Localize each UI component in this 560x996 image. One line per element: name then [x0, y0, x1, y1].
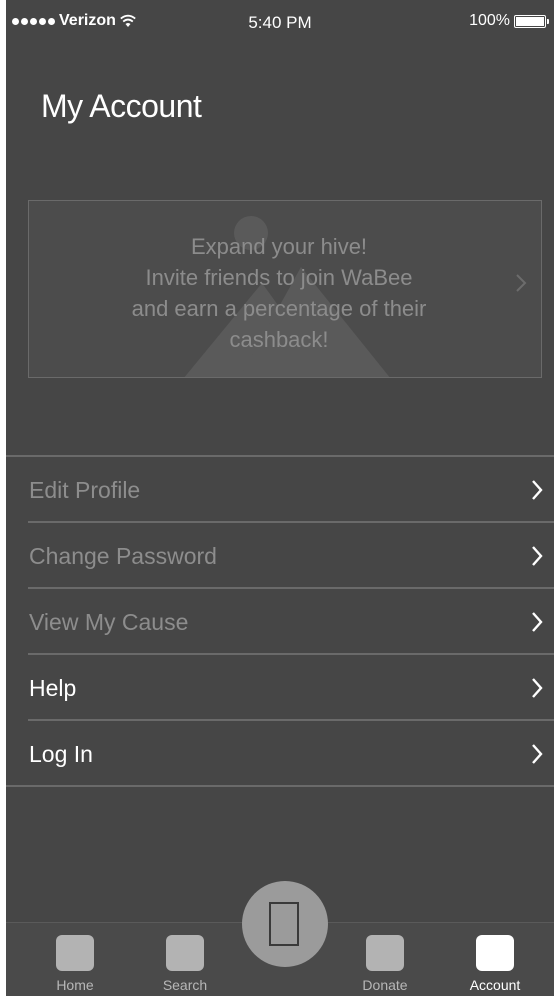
- chevron-right-icon: [532, 744, 543, 764]
- battery-status: 100%: [469, 12, 549, 30]
- banner-line: Invite friends to join WaBee: [145, 265, 413, 290]
- banner-line: cashback!: [229, 327, 329, 352]
- banner-line: and earn a percentage of their: [131, 296, 427, 321]
- invite-friends-banner[interactable]: Expand your hive! Invite friends to join…: [28, 200, 542, 378]
- menu-item-label: Help: [29, 674, 77, 701]
- account-icon: [476, 935, 514, 971]
- menu-item-label: View My Cause: [29, 608, 189, 635]
- search-icon: [166, 935, 204, 971]
- donate-icon: [366, 935, 404, 971]
- chevron-right-icon: [516, 274, 527, 292]
- phone-icon: [269, 902, 299, 946]
- chevron-right-icon: [532, 612, 543, 632]
- home-icon: [56, 935, 94, 971]
- menu-item-log-in[interactable]: Log In: [6, 721, 554, 787]
- tab-account[interactable]: Account: [455, 935, 535, 993]
- account-menu: Edit Profile Change Password View My Cau…: [6, 455, 554, 787]
- banner-text: Expand your hive! Invite friends to join…: [89, 231, 469, 355]
- tab-label: Donate: [362, 977, 408, 993]
- tab-label: Home: [56, 977, 94, 993]
- center-action-button[interactable]: [242, 881, 328, 967]
- tab-label: Search: [162, 977, 208, 993]
- divider: [6, 785, 554, 787]
- tab-donate[interactable]: Donate: [345, 935, 425, 993]
- banner-line: Expand your hive!: [190, 234, 368, 259]
- account-screen: Verizon 5:40 PM 100% My Account Expand y…: [6, 0, 554, 996]
- tab-home[interactable]: Home: [35, 935, 115, 993]
- menu-item-label: Change Password: [29, 542, 217, 569]
- status-bar: Verizon 5:40 PM 100%: [6, 0, 554, 42]
- chevron-right-icon: [532, 480, 543, 500]
- menu-item-label: Log In: [29, 740, 93, 767]
- menu-item-label: Edit Profile: [29, 476, 141, 503]
- menu-item-edit-profile[interactable]: Edit Profile: [6, 457, 554, 523]
- page-title: My Account: [41, 88, 202, 124]
- menu-item-help[interactable]: Help: [6, 655, 554, 721]
- chevron-right-icon: [532, 546, 543, 566]
- chevron-right-icon: [532, 678, 543, 698]
- tab-search[interactable]: Search: [145, 935, 225, 993]
- menu-item-change-password[interactable]: Change Password: [6, 523, 554, 589]
- menu-item-view-my-cause[interactable]: View My Cause: [6, 589, 554, 655]
- battery-percentage: 100%: [469, 12, 510, 29]
- battery-icon: [514, 14, 549, 28]
- tab-label: Account: [469, 977, 521, 993]
